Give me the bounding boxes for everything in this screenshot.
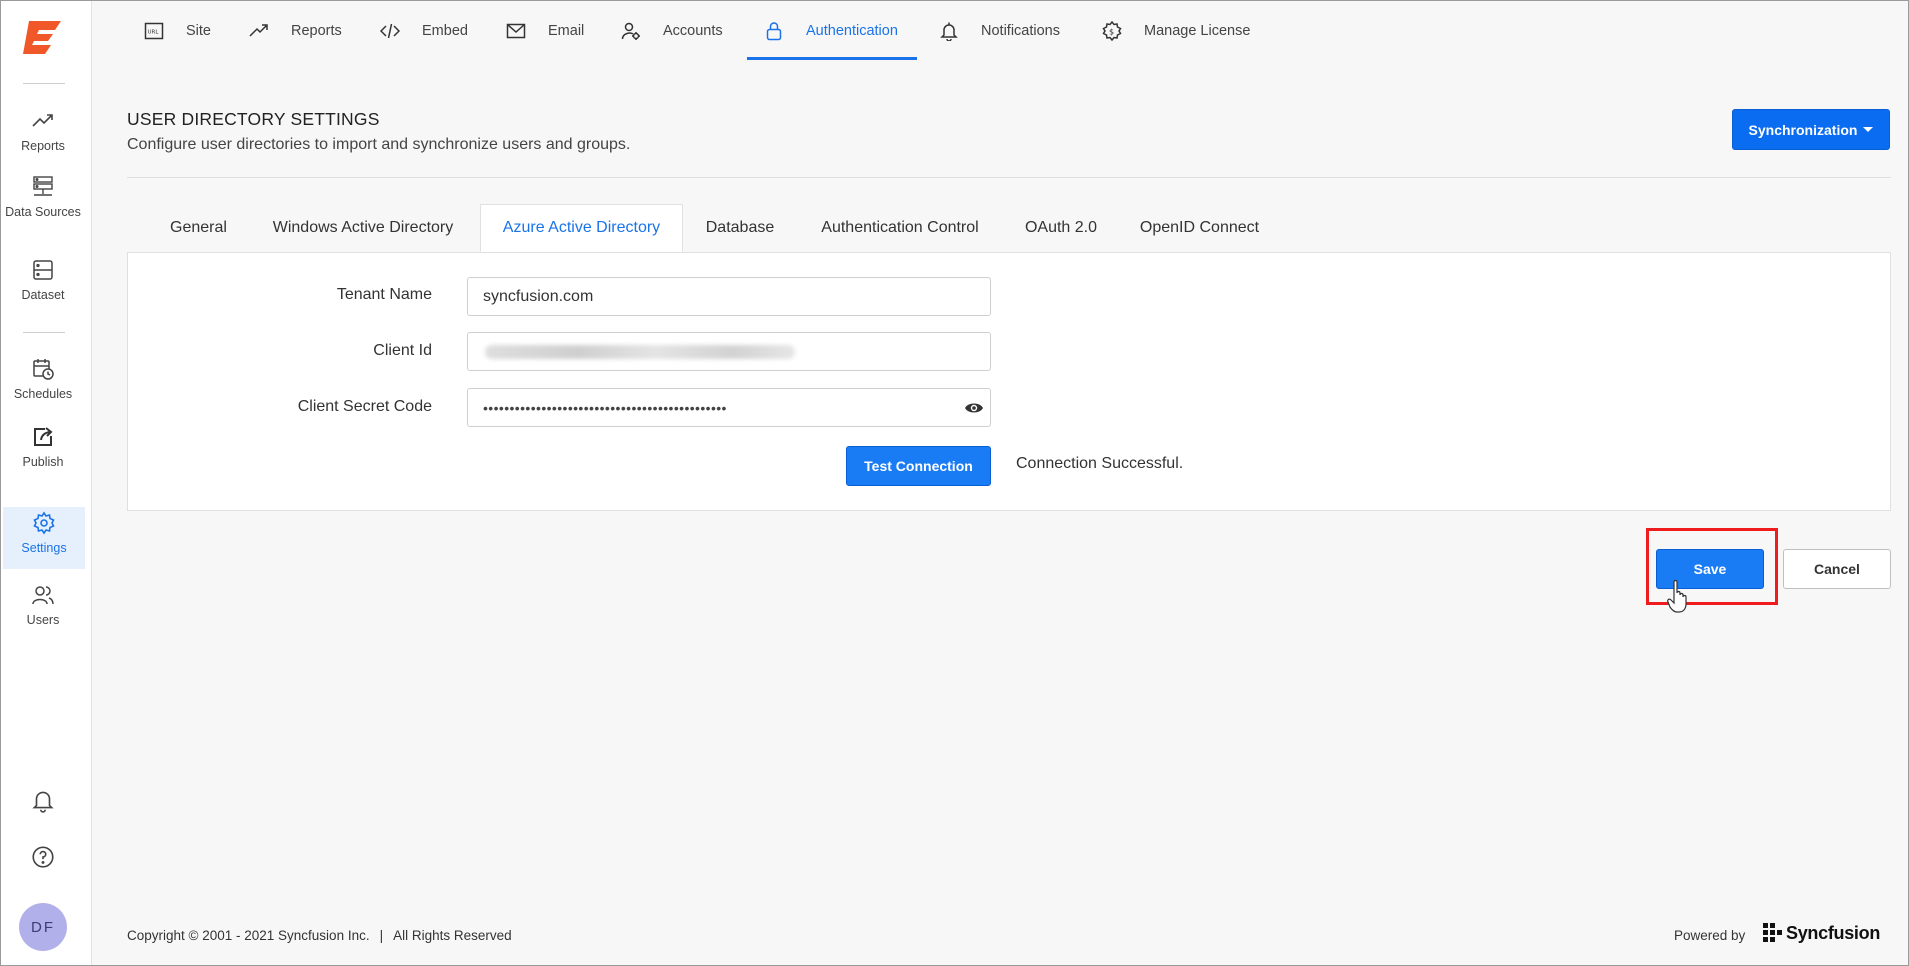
help-icon[interactable] — [30, 844, 56, 870]
calendar-clock-icon — [33, 359, 54, 380]
cancel-button[interactable]: Cancel — [1783, 549, 1891, 589]
nav-manage-license[interactable]: $ Manage License — [1102, 1, 1250, 61]
sidebar-item-dataset[interactable]: Dataset — [1, 254, 85, 314]
nav-notifications[interactable]: Notifications — [939, 1, 1060, 61]
sidebar-item-label: Schedules — [13, 387, 73, 401]
sidebar-divider — [23, 83, 65, 84]
sidebar-item-label: Settings — [21, 541, 67, 555]
nav-manage-license-label: Manage License — [1144, 23, 1251, 39]
nav-reports-label: Reports — [291, 23, 342, 39]
server-icon — [33, 176, 53, 196]
tab-openid-connect[interactable]: OpenID Connect — [1127, 204, 1272, 252]
nav-authentication-label: Authentication — [806, 23, 898, 39]
rights-text: All Rights Reserved — [393, 928, 512, 943]
nav-authentication[interactable]: Authentication — [764, 1, 898, 61]
trend-icon — [249, 24, 268, 37]
users-icon — [32, 586, 54, 605]
syncfusion-logo-icon — [1763, 923, 1782, 942]
user-gear-icon — [621, 22, 640, 40]
sidebar-item-schedules[interactable]: Schedules — [1, 353, 85, 413]
active-tab-underline — [747, 57, 917, 60]
eye-icon[interactable] — [964, 399, 984, 417]
footer-separator: | — [379, 928, 384, 943]
header-divider — [127, 177, 1891, 178]
test-connection-button[interactable]: Test Connection — [846, 446, 991, 486]
nav-email[interactable]: Email — [506, 1, 584, 61]
sidebar-item-users[interactable]: Users — [1, 579, 85, 639]
sidebar-item-label: Publish — [22, 455, 64, 469]
tab-authentication-control[interactable]: Authentication Control — [805, 204, 995, 252]
page-title: USER DIRECTORY SETTINGS — [127, 109, 380, 129]
url-icon: URL — [144, 22, 164, 40]
syncfusion-brand[interactable]: Syncfusion — [1762, 920, 1880, 946]
synchronization-label: Synchronization — [1748, 121, 1858, 138]
sidebar-item-settings[interactable]: Settings — [3, 507, 85, 569]
svg-text:URL: URL — [148, 30, 160, 36]
nav-embed[interactable]: Embed — [380, 1, 468, 61]
sidebar-item-label: Dataset — [21, 288, 65, 302]
lock-icon — [766, 22, 782, 41]
client-secret-label: Client Secret Code — [297, 398, 432, 415]
hand-cursor-icon — [1667, 579, 1687, 613]
tab-general[interactable]: General — [151, 204, 246, 252]
sidebar-item-data-sources[interactable]: Data Sources — [1, 171, 85, 231]
nav-reports[interactable]: Reports — [249, 1, 342, 61]
caret-down-icon — [1863, 127, 1874, 132]
client-id-label: Client Id — [373, 342, 432, 359]
nav-email-label: Email — [548, 23, 585, 39]
connection-status: Connection Successful. — [1016, 455, 1184, 472]
sidebar-item-label: Reports — [21, 139, 65, 153]
client-id-redacted — [485, 344, 795, 359]
tenant-name-value: syncfusion.com — [483, 287, 594, 305]
tenant-name-input[interactable]: syncfusion.com — [467, 277, 991, 316]
synchronization-button[interactable]: Synchronization — [1732, 109, 1890, 150]
dataset-icon — [33, 260, 53, 280]
sidebar-item-label: Data Sources — [5, 205, 81, 219]
mail-icon — [506, 23, 526, 39]
nav-accounts-label: Accounts — [663, 23, 723, 39]
trend-icon — [32, 114, 53, 127]
tab-windows-active-directory[interactable]: Windows Active Directory — [253, 204, 473, 252]
gear-icon — [33, 511, 55, 535]
code-icon — [380, 23, 400, 39]
tab-oauth[interactable]: OAuth 2.0 — [1014, 204, 1108, 252]
client-secret-value: ••••••••••••••••••••••••••••••••••••••••… — [483, 399, 727, 416]
bell-icon — [940, 22, 958, 41]
tenant-name-label: Tenant Name — [336, 286, 432, 303]
nav-accounts[interactable]: Accounts — [621, 1, 723, 61]
sidebar-item-publish[interactable]: Publish — [1, 421, 85, 481]
client-id-input[interactable] — [467, 332, 991, 371]
svg-text:$: $ — [1109, 28, 1114, 37]
client-secret-input[interactable]: ••••••••••••••••••••••••••••••••••••••••… — [467, 388, 991, 427]
tab-azure-active-directory[interactable]: Azure Active Directory — [480, 204, 683, 252]
page-subtitle: Configure user directories to import and… — [127, 136, 631, 153]
sidebar-divider — [23, 332, 65, 333]
tab-database[interactable]: Database — [690, 204, 790, 252]
license-gear-icon: $ — [1102, 21, 1122, 41]
sidebar: Reports Data Sources Dataset Schedules P… — [1, 1, 92, 965]
copyright-text: Copyright © 2001 - 2021 Syncfusion Inc. — [127, 928, 370, 943]
nav-site-label: Site — [186, 23, 211, 39]
brand-name: Syncfusion — [1786, 922, 1881, 943]
app-logo[interactable] — [19, 17, 65, 57]
nav-site[interactable]: URL Site — [144, 1, 211, 61]
footer-copyright: Copyright © 2001 - 2021 Syncfusion Inc. |… — [127, 928, 512, 943]
bell-icon[interactable] — [30, 787, 56, 813]
publish-icon — [34, 427, 53, 446]
nav-notifications-label: Notifications — [981, 23, 1060, 39]
avatar[interactable]: DF — [19, 903, 67, 951]
powered-by: Powered by — [1674, 928, 1746, 943]
sidebar-item-reports[interactable]: Reports — [1, 105, 85, 165]
sidebar-item-label: Users — [26, 613, 60, 627]
nav-embed-label: Embed — [422, 23, 468, 39]
